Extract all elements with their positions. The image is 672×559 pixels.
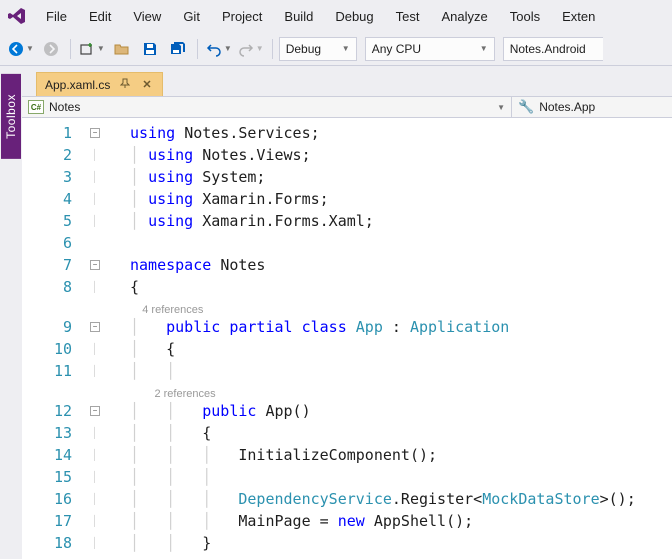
toolbar: ▼ ▼ ▼ ▼ Debug ▼ Any CPU ▼ Notes.Android	[0, 32, 672, 66]
fold-toggle[interactable]: −	[90, 128, 100, 138]
solution-platform-dropdown[interactable]: Any CPU ▼	[365, 37, 495, 61]
nav-forward-button[interactable]	[38, 36, 64, 62]
line-number: 10	[22, 340, 88, 358]
line-number: 5	[22, 212, 88, 230]
code-content[interactable]: using Notes.Services; │ using Notes.View…	[130, 118, 672, 559]
solution-config-value: Debug	[286, 42, 321, 56]
menu-view[interactable]: View	[123, 5, 171, 28]
solution-config-dropdown[interactable]: Debug ▼	[279, 37, 357, 61]
solution-platform-value: Any CPU	[372, 42, 421, 56]
chevron-down-icon: ▼	[497, 103, 505, 112]
undo-button[interactable]: ▼	[204, 36, 234, 62]
file-tab-label: App.xaml.cs	[45, 78, 110, 92]
new-project-button[interactable]: ▼	[77, 36, 107, 62]
toolbar-separator	[197, 39, 198, 59]
nav-project-dropdown[interactable]: C# Notes ▼	[22, 97, 512, 117]
codelens-refs[interactable]: 4 references	[142, 304, 203, 316]
menubar: File Edit View Git Project Build Debug T…	[0, 0, 672, 32]
menu-extensions[interactable]: Exten	[552, 5, 605, 28]
side-panel: Toolbox	[0, 66, 22, 559]
codelens-refs[interactable]: 2 references	[154, 388, 215, 400]
nav-project-label: Notes	[49, 100, 80, 114]
file-tab-active[interactable]: App.xaml.cs ✕	[36, 72, 163, 96]
line-number: 3	[22, 168, 88, 186]
nav-back-button[interactable]: ▼	[6, 36, 36, 62]
line-number: 15	[22, 468, 88, 486]
wrench-icon: 🔧	[518, 99, 534, 115]
menu-analyze[interactable]: Analyze	[431, 5, 497, 28]
chevron-down-icon: ▼	[224, 44, 232, 53]
startup-target-dropdown[interactable]: Notes.Android	[503, 37, 603, 61]
pin-icon[interactable]	[118, 78, 132, 91]
toolbox-tab[interactable]: Toolbox	[1, 74, 21, 159]
csharp-icon: C#	[28, 100, 44, 114]
line-number: 11	[22, 362, 88, 380]
line-number: 9	[22, 318, 88, 336]
menu-git[interactable]: Git	[173, 5, 210, 28]
menu-file[interactable]: File	[36, 5, 77, 28]
line-number: 16	[22, 490, 88, 508]
line-number: 12	[22, 402, 88, 420]
redo-button[interactable]: ▼	[236, 36, 266, 62]
menu-edit[interactable]: Edit	[79, 5, 121, 28]
chevron-down-icon: ▼	[26, 44, 34, 53]
menu-tools[interactable]: Tools	[500, 5, 550, 28]
line-number: 4	[22, 190, 88, 208]
editor-area: App.xaml.cs ✕ C# Notes ▼ 🔧 Notes.App	[22, 66, 672, 559]
line-number: 14	[22, 446, 88, 464]
navigation-bar: C# Notes ▼ 🔧 Notes.App	[22, 96, 672, 118]
line-number: 8	[22, 278, 88, 296]
fold-toggle[interactable]: −	[90, 260, 100, 270]
fold-toggle[interactable]: −	[90, 322, 100, 332]
vs-logo-icon	[6, 5, 28, 27]
toolbar-separator	[70, 39, 71, 59]
menu-project[interactable]: Project	[212, 5, 272, 28]
line-number: 6	[22, 234, 88, 252]
code-editor[interactable]: 1− 2│ 3│ 4│ 5│ 6 7− 8│ 9− 10│ 11│ 12− 13…	[22, 118, 672, 559]
line-number: 13	[22, 424, 88, 442]
open-file-button[interactable]	[109, 36, 135, 62]
line-number: 1	[22, 124, 88, 142]
document-tab-row: App.xaml.cs ✕	[22, 66, 672, 96]
toolbar-separator	[272, 39, 273, 59]
line-number: 17	[22, 512, 88, 530]
menu-test[interactable]: Test	[386, 5, 430, 28]
menu-debug[interactable]: Debug	[325, 5, 383, 28]
menu-build[interactable]: Build	[274, 5, 323, 28]
chevron-down-icon: ▼	[256, 44, 264, 53]
chevron-down-icon: ▼	[480, 44, 488, 53]
fold-toggle[interactable]: −	[90, 406, 100, 416]
startup-target-value: Notes.Android	[510, 42, 586, 56]
chevron-down-icon: ▼	[342, 44, 350, 53]
nav-scope-dropdown[interactable]: 🔧 Notes.App	[512, 97, 672, 117]
nav-scope-label: Notes.App	[539, 100, 595, 114]
line-number: 2	[22, 146, 88, 164]
save-button[interactable]	[137, 36, 163, 62]
chevron-down-icon: ▼	[97, 44, 105, 53]
line-number: 7	[22, 256, 88, 274]
line-number-gutter: 1− 2│ 3│ 4│ 5│ 6 7− 8│ 9− 10│ 11│ 12− 13…	[22, 118, 130, 559]
line-number: 18	[22, 534, 88, 552]
save-all-button[interactable]	[165, 36, 191, 62]
close-icon[interactable]: ✕	[140, 78, 153, 91]
